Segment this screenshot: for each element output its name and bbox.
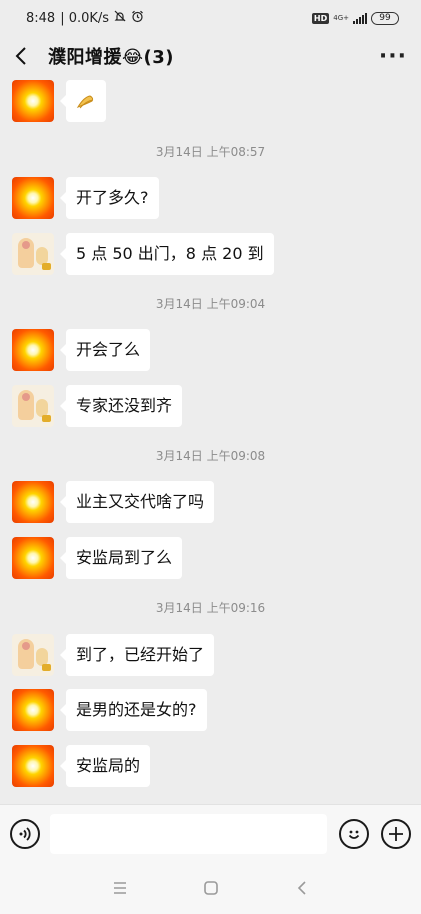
plus-icon <box>389 826 403 841</box>
message-row <box>12 80 106 122</box>
voice-icon <box>19 826 31 841</box>
back-arrow-icon <box>15 47 26 65</box>
folded-hands-emoji-icon <box>76 94 94 108</box>
status-left: 8:48 | 0.0K/s <box>26 10 144 27</box>
voice-button[interactable] <box>10 818 40 849</box>
message-row: 安监局的 <box>12 745 151 787</box>
message-timestamp: 3月14日 上午08:57 <box>155 145 266 159</box>
message-bubble[interactable]: 开了多久? <box>60 177 159 219</box>
avatar[interactable] <box>12 80 54 122</box>
message-bubble[interactable]: 5 点 50 出门，8 点 20 到 <box>60 233 274 275</box>
message-row: 开了多久? <box>12 177 159 219</box>
message-timestamp: 3月14日 上午09:04 <box>155 297 266 311</box>
message-row: 5 点 50 出门，8 点 20 到 <box>12 233 274 275</box>
avatar[interactable] <box>12 329 54 371</box>
system-nav-bar <box>0 862 421 914</box>
message-bubble[interactable]: 专家还没到齐 <box>59 385 183 427</box>
message-row: 开会了么 <box>12 329 151 371</box>
emoji-icon <box>348 830 360 839</box>
avatar[interactable] <box>12 689 54 731</box>
home-square-icon[interactable] <box>203 880 219 896</box>
alarm-off-icon <box>114 10 126 26</box>
message-row: 业主又交代啥了吗 <box>12 481 215 523</box>
alarm-clock-icon <box>131 10 144 27</box>
network-type: 4G+ <box>333 13 349 22</box>
avatar[interactable] <box>12 385 54 427</box>
avatar[interactable] <box>12 537 54 579</box>
message-timestamp: 3月14日 上午09:16 <box>155 601 266 615</box>
more-dots-icon[interactable]: ··· <box>379 44 407 69</box>
message-list[interactable]: 3月14日 上午08:57 开了多久? 5 点 50 出门，8 点 20 到 3… <box>0 76 421 804</box>
message-bubble[interactable]: 业主又交代啥了吗 <box>59 481 215 523</box>
message-bubble[interactable]: 安监局到了么 <box>59 537 183 579</box>
message-bubble[interactable]: 是男的还是女的? <box>60 689 207 731</box>
chat-header: 濮阳增援😂(3) ··· <box>0 36 421 76</box>
avatar[interactable] <box>12 634 54 676</box>
message-row: 安监局到了么 <box>12 537 183 579</box>
message-row: 是男的还是女的? <box>12 689 207 731</box>
message-row: 到了，已经开始了 <box>12 634 215 676</box>
hd-badge: HD <box>311 12 330 24</box>
emoji-button[interactable] <box>339 818 369 849</box>
avatar[interactable] <box>12 481 54 523</box>
message-timestamp: 3月14日 上午09:08 <box>155 449 266 463</box>
network-speed: | 0.0K/s <box>60 10 110 26</box>
message-bubble[interactable]: 开会了么 <box>59 329 151 371</box>
nav-back-icon[interactable] <box>294 880 310 896</box>
input-bar <box>0 804 421 862</box>
back-button[interactable] <box>14 41 36 71</box>
message-bubble[interactable]: 安监局的 <box>59 745 151 787</box>
menu-icon[interactable] <box>112 880 128 896</box>
message-row: 专家还没到齐 <box>12 385 183 427</box>
avatar[interactable] <box>12 177 54 219</box>
message-input[interactable] <box>50 813 327 854</box>
chat-title: 濮阳增援😂(3) <box>48 47 175 68</box>
avatar[interactable] <box>12 233 54 275</box>
signal-icon <box>353 12 367 24</box>
status-time: 8:48 <box>26 10 56 26</box>
message-bubble[interactable]: 到了，已经开始了 <box>59 634 215 676</box>
battery-icon: 99 <box>371 11 399 25</box>
plus-button[interactable] <box>381 818 411 849</box>
status-bar: 8:48 | 0.0K/s HD 4G+ 99 <box>0 0 421 36</box>
message-bubble[interactable] <box>60 80 106 122</box>
avatar[interactable] <box>12 745 54 787</box>
status-right: HD 4G+ 99 <box>311 11 399 25</box>
